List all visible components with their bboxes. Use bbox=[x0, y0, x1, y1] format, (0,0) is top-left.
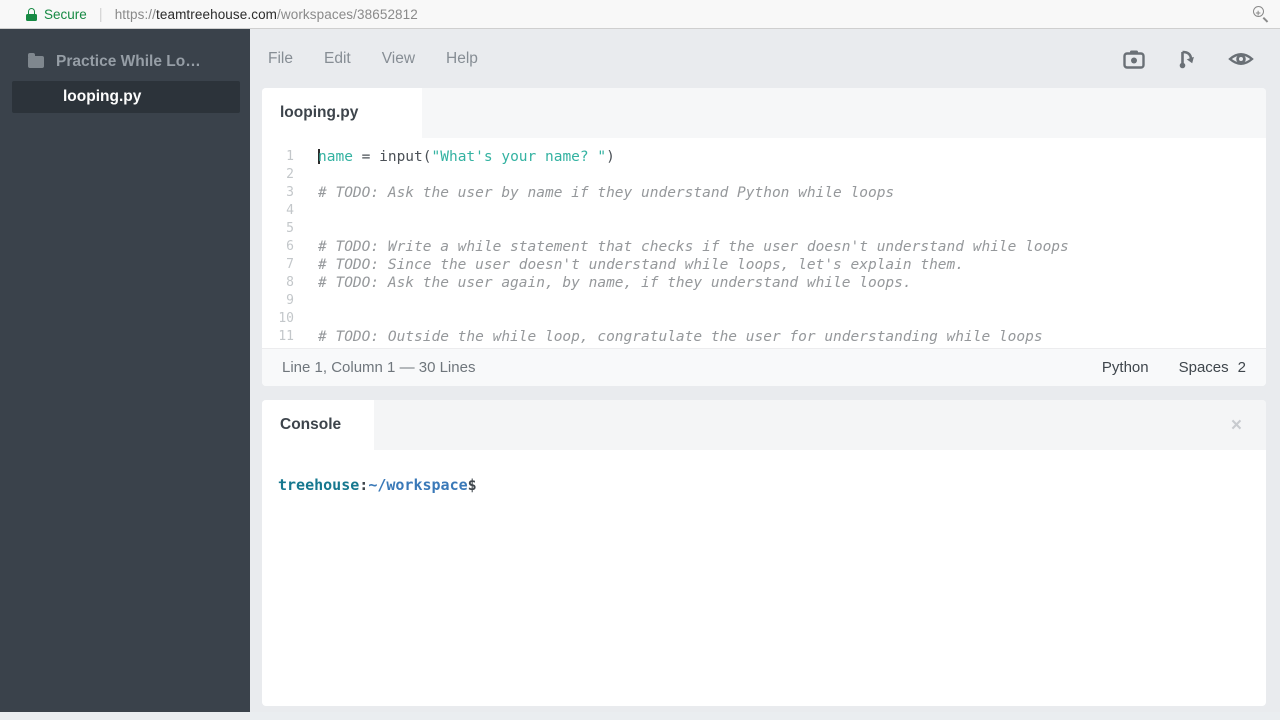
line-number: 10 bbox=[278, 311, 294, 326]
camera-icon[interactable] bbox=[1122, 47, 1146, 71]
editor-panel: looping.py 1 name = input("What's your na… bbox=[262, 88, 1266, 386]
menu-bar: File Edit View Help bbox=[250, 29, 1280, 88]
code-line: 4 bbox=[262, 202, 1266, 220]
workspace-app: Practice While Lo… looping.py File Edit … bbox=[0, 29, 1280, 712]
url-path: /workspaces/38652812 bbox=[277, 6, 418, 22]
menu-edit[interactable]: Edit bbox=[324, 50, 351, 68]
indent-label: Spaces bbox=[1178, 359, 1229, 376]
line-number: 11 bbox=[278, 329, 294, 344]
code-line: 5 bbox=[262, 220, 1266, 238]
sidebar-project[interactable]: Practice While Lo… bbox=[0, 45, 250, 79]
file-name: looping.py bbox=[63, 88, 142, 105]
fork-icon[interactable] bbox=[1175, 47, 1199, 71]
code-line: 9 bbox=[262, 292, 1266, 310]
line-content: # TODO: Since the user doesn't understan… bbox=[318, 257, 965, 273]
code-line: 6 # TODO: Write a while statement that ch… bbox=[262, 238, 1266, 256]
indent-setting[interactable]: Spaces 2 bbox=[1179, 359, 1246, 376]
menu-file[interactable]: File bbox=[268, 50, 293, 68]
line-content: # TODO: Outside the while loop, congratu… bbox=[318, 329, 1043, 345]
console-panel: Console × treehouse:~/workspace$ bbox=[262, 400, 1266, 706]
indent-value: 2 bbox=[1237, 359, 1246, 376]
page-zoom-icon[interactable]: + bbox=[1252, 5, 1270, 23]
editor-status-bar: Line 1, Column 1 — 30 Lines Python Space… bbox=[262, 348, 1266, 386]
url-scheme: https:// bbox=[114, 6, 157, 22]
code-line: 10 bbox=[262, 310, 1266, 328]
line-number: 2 bbox=[286, 167, 294, 182]
toolbar-icons bbox=[1122, 47, 1254, 71]
tab-looping-py[interactable]: looping.py bbox=[262, 88, 422, 138]
code-line: 1 name = input("What's your name? ") bbox=[262, 148, 1266, 166]
console-tab-label: Console bbox=[280, 416, 342, 433]
sidebar-file-looping-py[interactable]: looping.py bbox=[12, 81, 240, 113]
tab-console[interactable]: Console bbox=[262, 400, 374, 450]
page-bottom-strip bbox=[0, 712, 1280, 720]
menu-view[interactable]: View bbox=[382, 50, 415, 68]
code-line: 2 bbox=[262, 166, 1266, 184]
code-line: 3 # TODO: Ask the user by name if they un… bbox=[262, 184, 1266, 202]
code-line: 11 # TODO: Outside the while loop, congra… bbox=[262, 328, 1266, 346]
line-number: 1 bbox=[286, 149, 294, 164]
code-line: 7 # TODO: Since the user doesn't understa… bbox=[262, 256, 1266, 274]
status-right: Python Spaces 2 bbox=[1102, 359, 1246, 376]
url-domain: teamtreehouse.com bbox=[156, 6, 278, 22]
language-label[interactable]: Python bbox=[1102, 359, 1149, 376]
cursor-position-label: Line 1, Column 1 — 30 Lines bbox=[282, 359, 476, 376]
line-content: # TODO: Ask the user by name if they und… bbox=[318, 185, 895, 201]
line-content: # TODO: Ask the user again, by name, if … bbox=[318, 275, 912, 291]
tab-label: looping.py bbox=[280, 104, 359, 121]
menu-help[interactable]: Help bbox=[446, 50, 478, 68]
code-lines: 1 name = input("What's your name? ") 2 3 # T… bbox=[262, 148, 1266, 346]
line-number: 9 bbox=[286, 293, 294, 308]
lock-icon bbox=[26, 7, 37, 21]
address-separator: | bbox=[98, 5, 103, 23]
url-text[interactable]: https://teamtreehouse.com/workspaces/386… bbox=[115, 7, 418, 22]
code-line: 8 # TODO: Ask the user again, by name, if… bbox=[262, 274, 1266, 292]
line-number: 8 bbox=[286, 275, 294, 290]
eye-icon[interactable] bbox=[1228, 47, 1254, 71]
folder-icon bbox=[28, 53, 44, 68]
file-sidebar: Practice While Lo… looping.py bbox=[0, 29, 250, 712]
line-number: 5 bbox=[286, 221, 294, 236]
close-icon[interactable]: × bbox=[1231, 416, 1242, 435]
security-label: Secure bbox=[44, 6, 87, 22]
line-number: 4 bbox=[286, 203, 294, 218]
console-tab-bar: Console × bbox=[262, 400, 1266, 450]
line-number: 6 bbox=[286, 239, 294, 254]
line-content: # TODO: Write a while statement that che… bbox=[318, 239, 1069, 255]
browser-address-bar[interactable]: Secure | https://teamtreehouse.com/works… bbox=[0, 0, 1280, 29]
main-panel: File Edit View Help looping.py 1 name = … bbox=[250, 29, 1280, 712]
editor-tab-bar: looping.py bbox=[262, 88, 1266, 138]
line-number: 3 bbox=[286, 185, 294, 200]
code-editor[interactable]: 1 name = input("What's your name? ") 2 3 # T… bbox=[262, 138, 1266, 348]
line-number: 7 bbox=[286, 257, 294, 272]
console-prompt: treehouse:~/workspace$ bbox=[278, 476, 477, 494]
project-name: Practice While Lo… bbox=[56, 53, 201, 70]
console-output[interactable]: treehouse:~/workspace$ bbox=[262, 450, 1266, 706]
line-content: name = input("What's your name? ") bbox=[318, 149, 615, 165]
